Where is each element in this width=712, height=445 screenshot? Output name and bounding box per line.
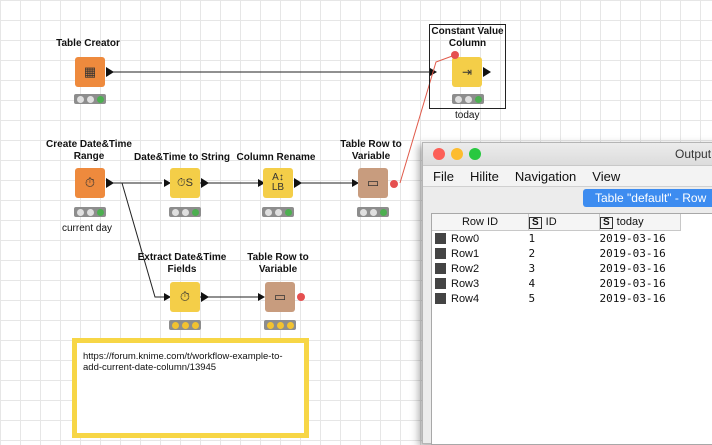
close-window-icon[interactable] — [433, 148, 445, 160]
node-status-indicator — [264, 320, 296, 330]
output-port-icon — [294, 178, 302, 188]
window-title: Output — [675, 147, 712, 161]
table-row-to-variable-node[interactable]: ▭ — [358, 168, 388, 198]
connection-line — [121, 182, 164, 298]
datetime-string-icon: ⏱S — [177, 176, 193, 189]
table-row[interactable]: Row0 1 2019-03-16 — [432, 231, 681, 247]
string-type-badge: S — [600, 216, 613, 229]
datetime-to-string-node[interactable]: ⏱S — [170, 168, 200, 198]
output-port-icon — [201, 178, 209, 188]
node-status-indicator — [169, 207, 201, 217]
extract-datetime-fields-node[interactable]: ⏱ — [170, 282, 200, 312]
table-variable-icon: ▭ — [273, 289, 287, 304]
table-row[interactable]: Row2 3 2019-03-16 — [432, 261, 681, 276]
connection-arrow — [258, 293, 265, 301]
create-datetime-range-node[interactable]: ⏱ — [75, 168, 105, 198]
table-row-to-variable-node[interactable]: ▭ — [265, 282, 295, 312]
column-header-id[interactable]: S ID — [528, 214, 600, 231]
table-row[interactable]: Row1 2 2019-03-16 — [432, 246, 681, 261]
node-label: Constant Value Column — [431, 26, 504, 49]
node-label: Table Creator — [56, 38, 120, 49]
data-table-panel[interactable]: Row ID S ID Stoday Row0 1 2019-03-16 Row1… — [431, 213, 712, 445]
column-header-row-id[interactable]: Row ID — [432, 214, 529, 231]
node-label: Extract Date&Time Fields — [137, 252, 227, 275]
string-type-badge: S — [529, 216, 542, 229]
output-port-icon — [106, 178, 114, 188]
output-port-icon — [483, 67, 491, 77]
table-row[interactable]: Row4 5 2019-03-16 — [432, 291, 681, 306]
variable-output-port-icon — [297, 293, 305, 301]
node-status-indicator — [169, 320, 201, 330]
menu-file[interactable]: File — [433, 169, 454, 184]
node-status-indicator — [452, 94, 484, 104]
annotation-text: https://forum.knime.com/t/workflow-examp… — [83, 351, 283, 373]
table-variable-icon: ▭ — [366, 175, 380, 190]
row-marker-icon — [435, 233, 446, 245]
menu-bar: File Hilite Navigation View — [423, 166, 712, 187]
column-insert-icon: ⇥ — [461, 65, 473, 79]
window-titlebar[interactable]: Output — [423, 143, 712, 166]
node-annotation: today — [455, 110, 480, 121]
column-rename-node[interactable]: A↕ LB — [263, 168, 293, 198]
row-marker-icon — [435, 278, 446, 290]
output-window[interactable]: Output File Hilite Navigation View Table… — [422, 142, 712, 445]
node-label: Column Rename — [236, 152, 316, 163]
node-status-indicator — [74, 207, 106, 217]
menu-hilite[interactable]: Hilite — [470, 169, 499, 184]
maximize-window-icon[interactable] — [469, 148, 481, 160]
workflow-annotation[interactable]: https://forum.knime.com/t/workflow-examp… — [72, 338, 309, 438]
row-marker-icon — [435, 248, 446, 260]
table-grid-icon: ▦ — [83, 64, 97, 79]
rename-icon: A↕ LB — [271, 172, 285, 193]
variable-output-port-icon — [390, 180, 398, 188]
tab-row: Table "default" - Row — [423, 187, 712, 209]
minimize-window-icon[interactable] — [451, 148, 463, 160]
clock-icon: ⏱ — [84, 175, 96, 190]
column-header-today[interactable]: Stoday — [599, 214, 681, 231]
data-table: Row ID S ID Stoday Row0 1 2019-03-16 Row1… — [432, 214, 681, 306]
constant-value-column-node[interactable]: ⇥ — [452, 57, 482, 87]
variable-input-port-icon — [451, 51, 459, 59]
table-creator-node[interactable]: ▦ — [75, 57, 105, 87]
row-marker-icon — [435, 263, 446, 275]
table-row[interactable]: Row3 4 2019-03-16 — [432, 276, 681, 291]
clock-icon: ⏱ — [179, 289, 191, 304]
node-label: Table Row to Variable — [340, 139, 402, 162]
output-port-icon — [106, 67, 114, 77]
tab-table-default[interactable]: Table "default" - Row — [583, 189, 712, 207]
output-port-icon — [201, 292, 209, 302]
node-label: Create Date&Time Range — [46, 139, 132, 162]
node-status-indicator — [74, 94, 106, 104]
node-label: Table Row to Variable — [247, 252, 309, 275]
workflow-canvas[interactable]: Table Creator ▦ Constant Value Column ⇥ … — [0, 0, 712, 445]
node-label: Date&Time to String — [134, 152, 230, 163]
node-annotation: current day — [62, 223, 113, 234]
menu-navigation[interactable]: Navigation — [515, 169, 576, 184]
node-status-indicator — [262, 207, 294, 217]
menu-view[interactable]: View — [592, 169, 620, 184]
row-marker-icon — [435, 293, 446, 305]
node-status-indicator — [357, 207, 389, 217]
